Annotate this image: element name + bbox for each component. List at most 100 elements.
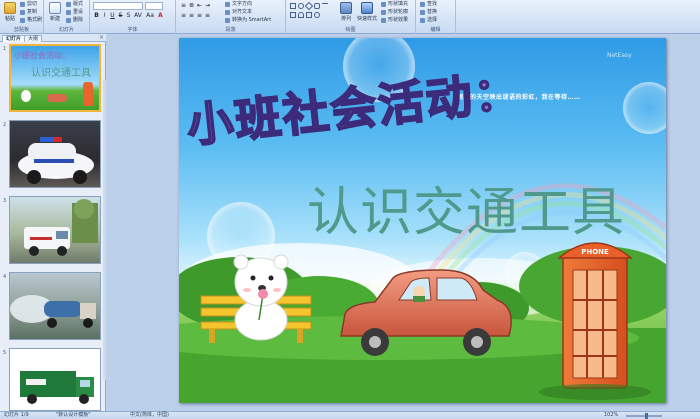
rectangle-shape-icon[interactable] <box>290 3 296 9</box>
rounded-rect-shape-icon[interactable] <box>314 3 320 9</box>
font-name-box[interactable] <box>93 2 143 10</box>
slide-thumbnail-2[interactable] <box>9 120 101 188</box>
police-car-photo <box>18 137 94 184</box>
paste-button[interactable]: 粘贴 <box>2 2 18 22</box>
cut-button[interactable]: 剪切 <box>19 1 37 8</box>
slide-thumbnail-5[interactable] <box>9 348 101 411</box>
decrease-indent-icon[interactable]: ⇤ <box>196 2 203 9</box>
slides-pane: 幻灯片 大纲 × 1 小班社会活动： 认识交通工具 2 3 4 5 <box>0 34 106 411</box>
group-label-clipboard: 剪贴板 <box>13 27 29 33</box>
layout-button[interactable]: 版式 <box>65 1 83 8</box>
status-bar: 幻灯片 1/9 "默认设计模板" 中文(简体，中国) 102% <box>0 411 700 419</box>
shadow-button[interactable]: S <box>125 12 132 19</box>
italic-button[interactable]: I <box>101 12 108 19</box>
increase-indent-icon[interactable]: ⇥ <box>204 2 211 9</box>
char-spacing-button[interactable]: AV <box>133 12 143 19</box>
strikethrough-button[interactable]: S <box>117 12 124 19</box>
replace-button[interactable]: 替换 <box>419 9 437 16</box>
underline-button[interactable]: U <box>109 12 116 19</box>
bullets-icon[interactable]: ≡ <box>180 2 187 9</box>
ribbon-group-paragraph: ≡ ≣ ⇤ ⇥ ≡ ≡ ≡ ≡ 文字方向 对齐文本 转换为 SmartArt 段… <box>176 0 286 34</box>
slide-thumbnail-4[interactable] <box>9 272 101 340</box>
thumb-number: 2 <box>3 122 7 128</box>
slide-editing-area: NetEasy 雨后的天空映出谜语的彩虹，我在等待…… 小班社会活动： 认识交通… <box>107 34 700 411</box>
thumb-car <box>47 94 67 102</box>
text-direction-button[interactable]: 文字方向 <box>224 1 252 8</box>
pane-tabbar: 幻灯片 大纲 × <box>0 34 106 42</box>
font-size-box[interactable] <box>145 2 163 10</box>
thumb-number: 3 <box>3 198 7 204</box>
slides-pane-scrollbar[interactable] <box>103 80 106 380</box>
postal-truck-photo <box>20 371 94 404</box>
group-label-editing: 编辑 <box>430 27 441 33</box>
format-painter-button[interactable]: 格式刷 <box>19 17 42 24</box>
tab-slides[interactable]: 幻灯片 <box>2 35 26 42</box>
watermark-text: NetEasy <box>607 52 632 59</box>
arrange-icon <box>340 2 352 14</box>
ribbon-group-slides: 新建 版式 重设 删除 幻灯片 <box>44 0 90 34</box>
shape-fill-button[interactable]: 形状填充 <box>380 1 408 8</box>
delete-slide-button[interactable]: 删除 <box>65 17 83 24</box>
slide-canvas[interactable]: NetEasy 雨后的天空映出谜语的彩虹，我在等待…… 小班社会活动： 认识交通… <box>179 38 666 403</box>
ribbon: 粘贴 剪切 复制 格式刷 剪贴板 新建 版式 重设 删除 幻灯片 B I U S <box>0 0 700 34</box>
copy-button[interactable]: 复制 <box>19 9 37 16</box>
align-center-icon[interactable]: ≡ <box>188 12 195 19</box>
slide-subtitle[interactable]: 认识交通工具 <box>307 170 625 245</box>
star-shape-icon[interactable] <box>314 12 320 18</box>
thumb-title: 小班社会活动： <box>14 50 70 60</box>
align-text-button[interactable]: 对齐文本 <box>224 9 252 16</box>
thumb-number: 1 <box>3 46 7 52</box>
new-slide-icon <box>49 2 61 14</box>
quick-styles-button[interactable]: 快速样式 <box>356 2 378 22</box>
arrange-button[interactable]: 排列 <box>336 2 356 22</box>
textbox-shape-icon[interactable] <box>290 12 296 18</box>
paste-icon <box>4 2 16 14</box>
reset-button[interactable]: 重设 <box>65 9 83 16</box>
language-indicator[interactable]: 中文(简体，中国) <box>130 412 169 419</box>
numbering-icon[interactable]: ≣ <box>188 2 195 9</box>
slide-thumbnail-3[interactable] <box>9 196 101 264</box>
sprinkler-truck-photo <box>10 295 96 328</box>
group-label-drawing: 绘图 <box>345 27 356 33</box>
shape-outline-button[interactable]: 形状轮廓 <box>380 9 408 16</box>
change-case-button[interactable]: Aa <box>145 12 155 19</box>
group-label-paragraph: 段落 <box>225 27 236 33</box>
tab-outline[interactable]: 大纲 <box>24 35 43 42</box>
ribbon-group-font: B I U S S AV Aa A 字体 <box>90 0 176 34</box>
zoom-level[interactable]: 102% <box>604 412 618 419</box>
zoom-slider-knob[interactable] <box>645 413 648 419</box>
ribbon-group-drawing: 排列 快速样式 形状填充 形状轮廓 形状效果 绘图 <box>286 0 416 34</box>
ribbon-group-editing: 查找 替换 选择 编辑 <box>416 0 456 34</box>
thumb-booth <box>83 82 93 106</box>
theme-name: "默认设计模板" <box>56 412 91 418</box>
thumb-subtitle: 认识交通工具 <box>31 68 91 79</box>
diamond-shape-icon[interactable] <box>304 1 314 11</box>
arrow-shape-icon[interactable] <box>306 12 312 18</box>
oval-shape-icon[interactable] <box>298 3 304 9</box>
quick-styles-icon <box>361 2 373 14</box>
group-label-font: 字体 <box>127 27 138 33</box>
thumb-number: 4 <box>3 274 7 280</box>
ambulance-photo <box>24 199 98 256</box>
shape-effects-button[interactable]: 形状效果 <box>380 17 408 24</box>
new-slide-button[interactable]: 新建 <box>47 2 63 22</box>
group-label-slides: 幻灯片 <box>58 27 74 33</box>
line-shape-icon[interactable] <box>322 3 328 9</box>
bold-button[interactable]: B <box>93 12 100 19</box>
zoom-slider[interactable] <box>626 415 662 417</box>
slide-thumbnail-1[interactable]: 小班社会活动： 认识交通工具 <box>9 44 101 112</box>
align-left-icon[interactable]: ≡ <box>180 12 187 19</box>
align-right-icon[interactable]: ≡ <box>196 12 203 19</box>
powerpoint-window: 粘贴 剪切 复制 格式刷 剪贴板 新建 版式 重设 删除 幻灯片 B I U S <box>0 0 700 419</box>
close-icon[interactable]: × <box>99 34 104 41</box>
select-button[interactable]: 选择 <box>419 17 437 24</box>
ribbon-group-clipboard: 粘贴 剪切 复制 格式刷 剪贴板 <box>0 0 44 34</box>
arc-shape-icon[interactable] <box>298 12 304 18</box>
justify-icon[interactable]: ≡ <box>204 12 211 19</box>
thumb-number: 5 <box>3 350 7 356</box>
find-button[interactable]: 查找 <box>419 1 437 8</box>
font-color-button[interactable]: A <box>157 12 164 19</box>
smartart-button[interactable]: 转换为 SmartArt <box>224 17 271 24</box>
slide-count: 幻灯片 1/9 <box>4 412 29 418</box>
thumb-bear <box>21 90 31 102</box>
